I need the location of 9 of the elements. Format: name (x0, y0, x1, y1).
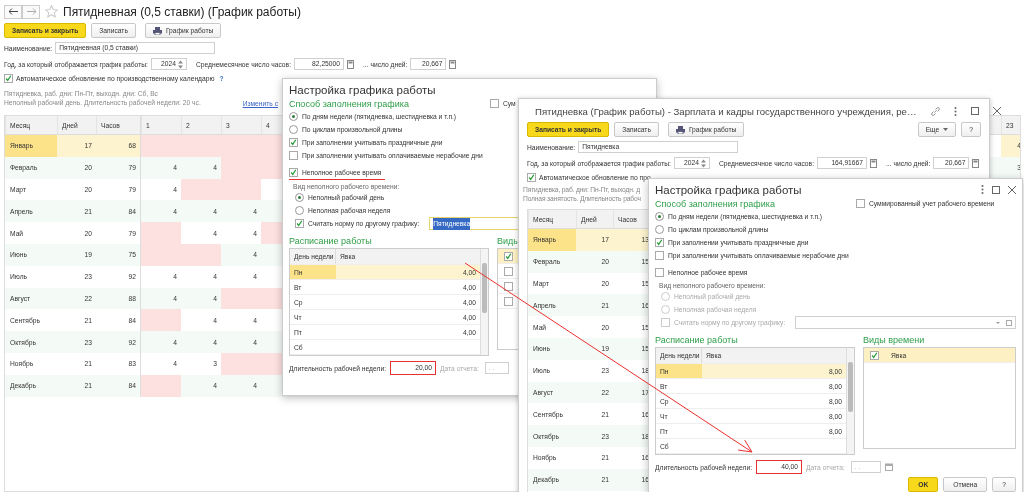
section-header: Расписание работы (289, 236, 373, 246)
window-title: Пятидневка (График работы) - Зарплата и кадры государственного учреждения, ре… (535, 105, 917, 117)
section-header: Способ заполнения графика (655, 198, 776, 209)
dialog-title: Настройка графика работы (655, 183, 803, 196)
window-title: Пятидневная (0,5 ставки) (График работы) (63, 4, 301, 19)
section-header: Виды времени (863, 335, 926, 345)
section-header: Расписание работы (655, 335, 739, 345)
section-header: Способ заполнения графика (289, 98, 410, 109)
dialog-title: Настройка графика работы (289, 83, 437, 96)
